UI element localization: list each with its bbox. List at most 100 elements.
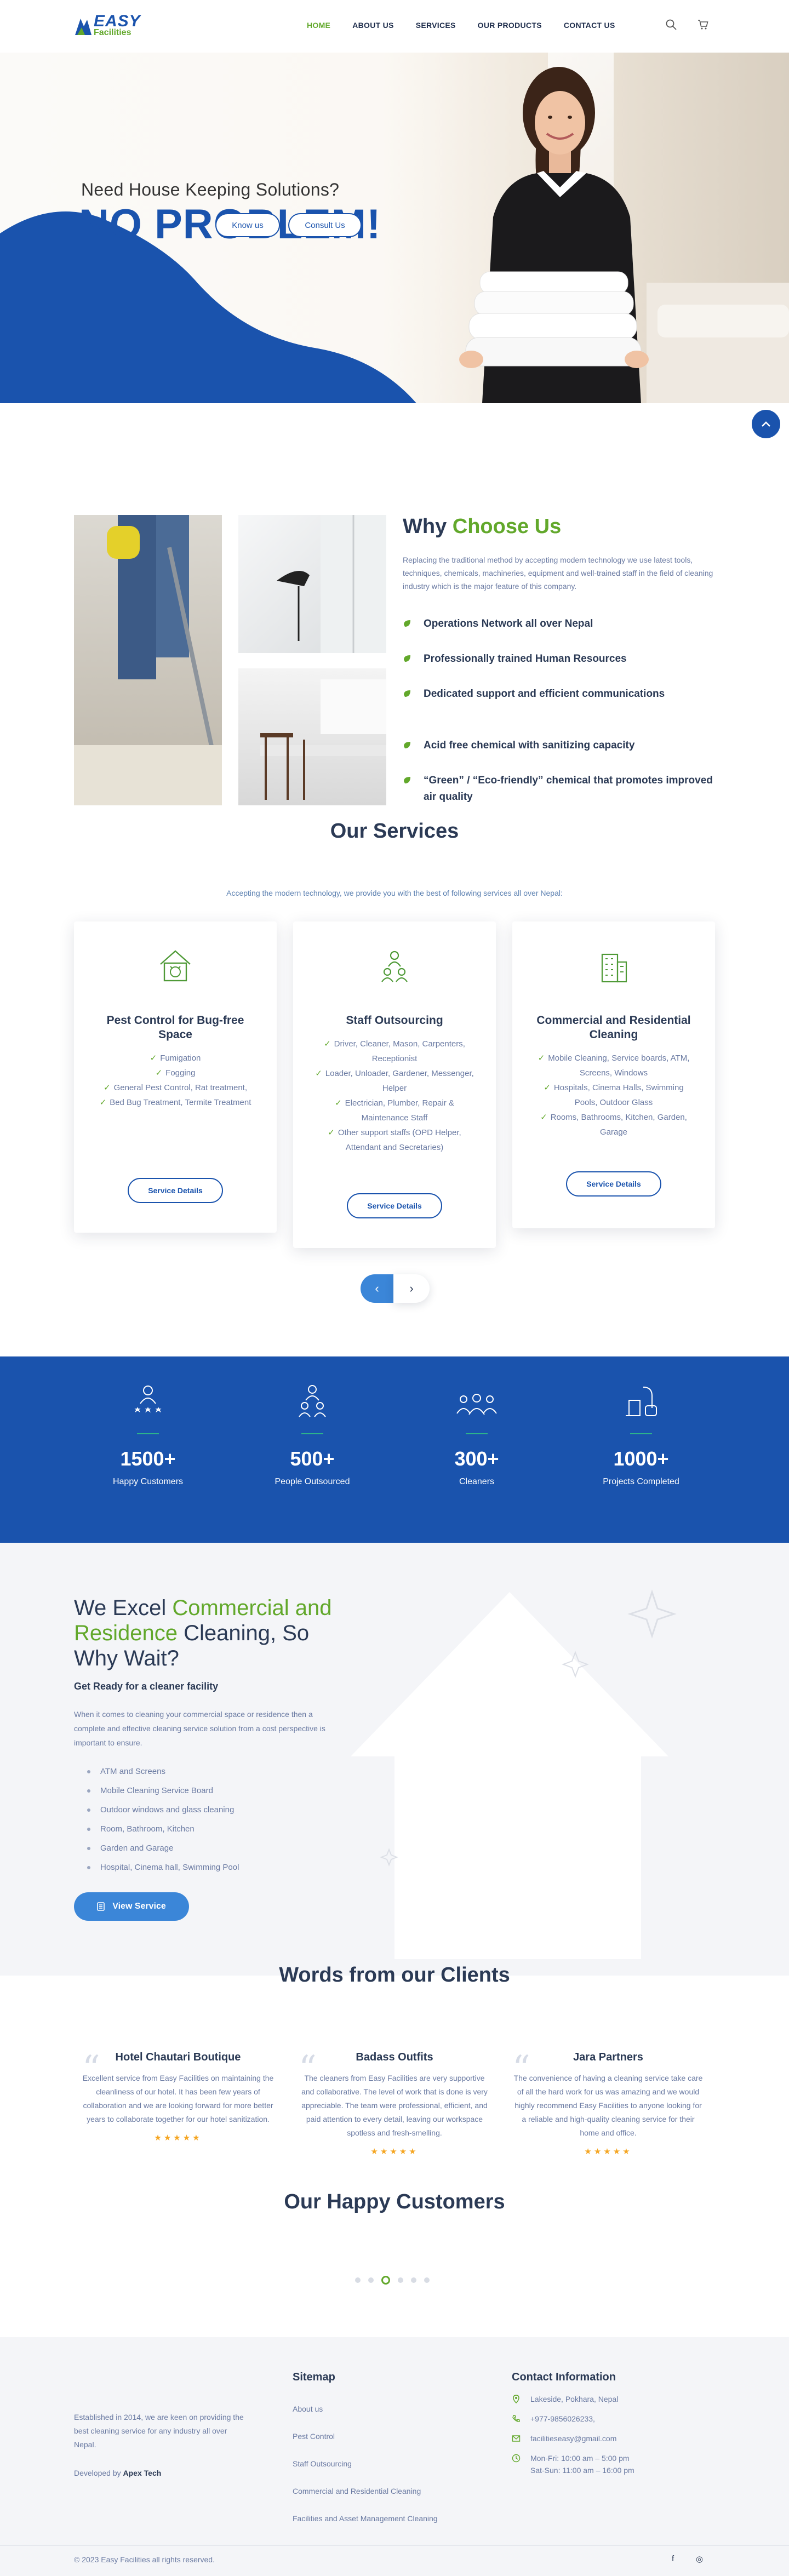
footer-divider: [0, 2545, 789, 2546]
house-pest-icon: [160, 950, 191, 982]
sitemap-link[interactable]: Facilities and Asset Management Cleaning: [293, 2514, 438, 2523]
card-item-text: Electrician, Plumber, Repair & Maintenan…: [345, 1098, 454, 1123]
carousel-dot[interactable]: [411, 2277, 416, 2283]
nav-contact-us[interactable]: CONTACT US: [564, 21, 615, 30]
stat-label: Happy Customers: [112, 1477, 184, 1486]
rating-stars: ★★★★★: [154, 2133, 202, 2143]
footer-developer: Developed by Apex Tech: [74, 2469, 161, 2477]
nav-about-us[interactable]: ABOUT US: [352, 21, 394, 30]
leaf-check-icon: [404, 620, 410, 627]
stat-projects-completed: 1000+ Projects Completed: [570, 1378, 712, 1487]
service-details-button[interactable]: Service Details: [128, 1178, 223, 1203]
why-point-text: Professionally trained Human Resources: [424, 653, 627, 665]
contact-hours: Mon-Fri: 10:00 am – 5:00 pm Sat-Sun: 11:0…: [512, 2452, 634, 2476]
kitchen-image: [238, 668, 386, 805]
sitemap-link[interactable]: Staff Outsourcing: [293, 2459, 352, 2468]
hours-weekend: Sat-Sun: 11:00 am – 16:00 pm: [530, 2466, 634, 2475]
card-list: ✓ Fumigation ✓ Fogging ✓ General Pest Contr…: [96, 1051, 255, 1110]
stat-number: 1000+: [613, 1447, 669, 1470]
email-icon: [512, 2435, 521, 2442]
hero: Need House Keeping Solutions? NO PROBLEM…: [0, 53, 789, 403]
phone-text[interactable]: +977-9856026233,: [530, 2413, 595, 2425]
why-point-text: “Green” / “Eco-friendly” chemical that p…: [424, 775, 713, 803]
page: EASY Facilities HOME ABOUT US SERVICES O…: [0, 0, 789, 2576]
leaf-check-icon: [404, 742, 410, 748]
carousel-prev-button[interactable]: ‹: [361, 1274, 393, 1303]
why-point: “Green” / “Eco-friendly” chemical that p…: [403, 772, 721, 808]
card-item-text: Rooms, Bathrooms, Kitchen, Garden, Garag…: [550, 1113, 687, 1137]
stat-happy-customers: 1500+ Happy Customers: [77, 1378, 219, 1487]
clients-title: Words from our Clients: [279, 1964, 510, 1987]
sitemap-link[interactable]: About us: [293, 2405, 323, 2413]
card-list-item: ✓ Other support staffs (OPD Helper, Atten…: [328, 1128, 461, 1152]
sitemap-link[interactable]: Commercial and Residential Cleaning: [293, 2487, 421, 2495]
site-header: EASY Facilities HOME ABOUT US SERVICES O…: [0, 0, 789, 53]
why-point: Professionally trained Human Resources: [403, 651, 721, 686]
testimonial-name: Hotel Chautari Boutique: [115, 2051, 241, 2063]
nav-our-products[interactable]: OUR PRODUCTS: [478, 21, 542, 30]
contact-title: Contact Information: [512, 2371, 616, 2383]
scroll-to-top-button[interactable]: [752, 410, 780, 438]
carousel-dot[interactable]: [368, 2277, 374, 2283]
service-details-button[interactable]: Service Details: [566, 1171, 661, 1197]
location-pin-icon: [513, 2395, 519, 2403]
card-list-item: ✓ Mobile Cleaning, Service boards, ATM, S…: [538, 1054, 690, 1078]
carousel-dot[interactable]: [355, 2277, 361, 2283]
card-list-item: ✓ Hospitals, Cinema Halls, Swimming Pools…: [544, 1083, 684, 1107]
copyright: © 2023 Easy Facilities all rights reserv…: [74, 2555, 215, 2564]
services-intro: Accepting the modern technology, we prov…: [226, 889, 563, 897]
contact-phone: +977-9856026233,: [512, 2413, 634, 2425]
card-item-text: Loader, Unloader, Gardener, Messenger, H…: [325, 1069, 474, 1093]
know-us-button[interactable]: Know us: [215, 213, 280, 237]
rating-stars: ★★★★★: [370, 2147, 419, 2156]
customer-stars-icon: [134, 1386, 162, 1413]
carousel-dot-active[interactable]: [381, 2276, 390, 2285]
consult-us-button[interactable]: Consult Us: [288, 213, 362, 237]
customers-title: Our Happy Customers: [284, 2190, 505, 2213]
card-list-item: ✓ Loader, Unloader, Gardener, Messenger, …: [315, 1069, 474, 1093]
carousel-dot[interactable]: [398, 2277, 403, 2283]
developer-name[interactable]: Apex Tech: [123, 2469, 162, 2477]
excel-list-item: Room, Bathroom, Kitchen: [74, 1819, 239, 1839]
card-title: Staff Outsourcing: [346, 1014, 443, 1027]
sitemap-link[interactable]: Pest Control: [293, 2432, 335, 2441]
excel-title: We Excel Commercial and Residence Cleani…: [74, 1595, 359, 1671]
footer-about: Established in 2014, we are keen on prov…: [74, 2413, 244, 2449]
stat-number: 300+: [454, 1447, 499, 1470]
quote-icon: “: [82, 2048, 100, 2089]
logo[interactable]: EASY Facilities: [74, 13, 141, 37]
why-point-text: Acid free chemical with sanitizing capac…: [424, 740, 635, 751]
excel-list-item: Hospital, Cinema hall, Swimming Pool: [74, 1858, 239, 1877]
view-service-button[interactable]: View Service: [74, 1892, 189, 1921]
card-title: Commercial and Residential Cleaning: [536, 1014, 691, 1041]
leaf-check-icon: [404, 655, 410, 662]
card-item-text: Fumigation: [160, 1054, 201, 1063]
sitemap-title: Sitemap: [293, 2371, 335, 2383]
card-list-item: ✓ Bed Bug Treatment, Termite Treatment: [99, 1098, 251, 1107]
carousel-dot[interactable]: [424, 2277, 430, 2283]
card-item-text: Bed Bug Treatment, Termite Treatment: [110, 1098, 251, 1107]
excel-list: ATM and Screens Mobile Cleaning Service …: [74, 1762, 239, 1877]
facebook-icon[interactable]: f: [672, 2554, 674, 2563]
site-footer: Established in 2014, we are keen on prov…: [0, 2337, 789, 2576]
chevron-up-icon: [762, 421, 770, 427]
testimonial-text: The convenience of having a cleaning ser…: [513, 2074, 703, 2137]
hours-weekday: Mon-Fri: 10:00 am – 5:00 pm: [530, 2454, 630, 2463]
service-details-button[interactable]: Service Details: [347, 1193, 442, 1218]
nav-home[interactable]: HOME: [307, 21, 330, 30]
building-icon: [601, 953, 627, 983]
cart-icon[interactable]: [697, 19, 710, 32]
why-point-text: Dedicated support and efficient communic…: [424, 688, 665, 700]
nav-services[interactable]: SERVICES: [416, 21, 456, 30]
card-item-text: Driver, Cleaner, Mason, Carpenters, Rece…: [334, 1039, 465, 1063]
address-text: Lakeside, Pokhara, Nepal: [530, 2395, 619, 2403]
testimonial-text: The cleaners from Easy Facilities are ve…: [301, 2074, 488, 2137]
card-list-item: ✓ Fogging: [155, 1068, 196, 1078]
carousel-next-button[interactable]: ›: [393, 1274, 430, 1303]
card-list-item: ✓ Driver, Cleaner, Mason, Carpenters, Rec…: [324, 1039, 465, 1063]
phone-icon: [512, 2415, 520, 2422]
email-text[interactable]: facilitieseasy@gmail.com: [530, 2432, 616, 2445]
instagram-icon[interactable]: ◎: [696, 2554, 703, 2564]
excel-item-text: Garden and Garage: [100, 1844, 174, 1853]
search-icon[interactable]: [665, 19, 678, 32]
